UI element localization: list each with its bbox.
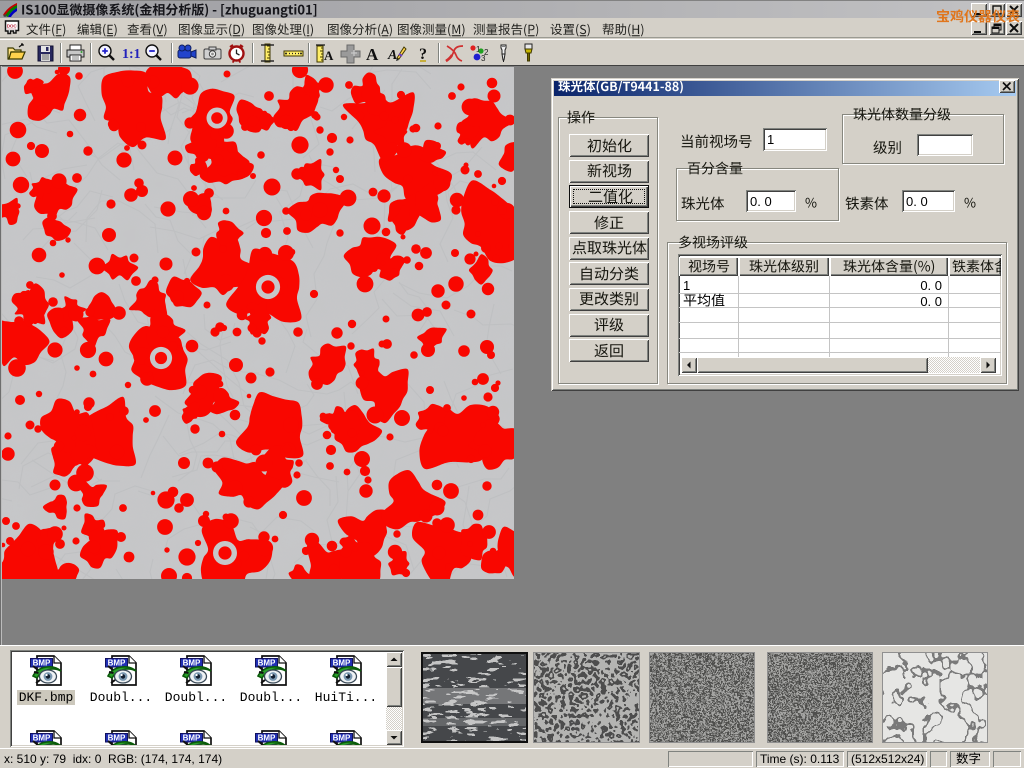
- svg-text:A: A: [366, 45, 379, 64]
- svg-text:DOC: DOC: [7, 24, 18, 29]
- svg-text:3: 3: [481, 54, 486, 63]
- svg-text:A: A: [387, 48, 397, 63]
- svg-text:A: A: [324, 48, 334, 63]
- svg-text:1:1: 1:1: [122, 47, 141, 62]
